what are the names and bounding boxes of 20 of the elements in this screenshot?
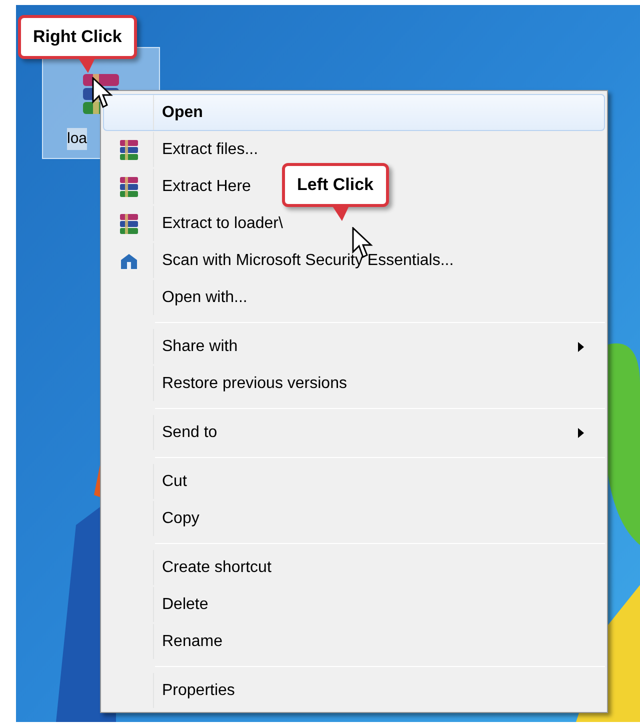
menu-item[interactable]: Rename: [103, 623, 605, 660]
callout-bubble: Left Click: [282, 163, 389, 206]
mouse-cursor: [92, 77, 114, 109]
menu-item[interactable]: Delete: [103, 586, 605, 623]
menu-item[interactable]: Copy: [103, 500, 605, 537]
book-stack-icon: [118, 176, 140, 198]
menu-item[interactable]: Share with: [103, 328, 605, 365]
book-stack-icon: [118, 212, 140, 234]
menu-item[interactable]: Open: [103, 94, 605, 131]
desktop-icon-label: loa: [67, 128, 88, 150]
menu-item[interactable]: Cut: [103, 463, 605, 500]
menu-item[interactable]: Send to: [103, 414, 605, 451]
menu-item[interactable]: Create shortcut: [103, 549, 605, 586]
menu-item[interactable]: Properties: [103, 672, 605, 709]
menu-item[interactable]: Extract to loader\: [103, 205, 605, 242]
menu-item[interactable]: Scan with Microsoft Security Essentials...: [103, 242, 605, 279]
book-stack-icon: [118, 138, 140, 160]
callout-bubble: Right Click: [18, 15, 137, 58]
menu-item[interactable]: Restore previous versions: [103, 365, 605, 402]
menu-item[interactable]: Open with...: [103, 279, 605, 316]
